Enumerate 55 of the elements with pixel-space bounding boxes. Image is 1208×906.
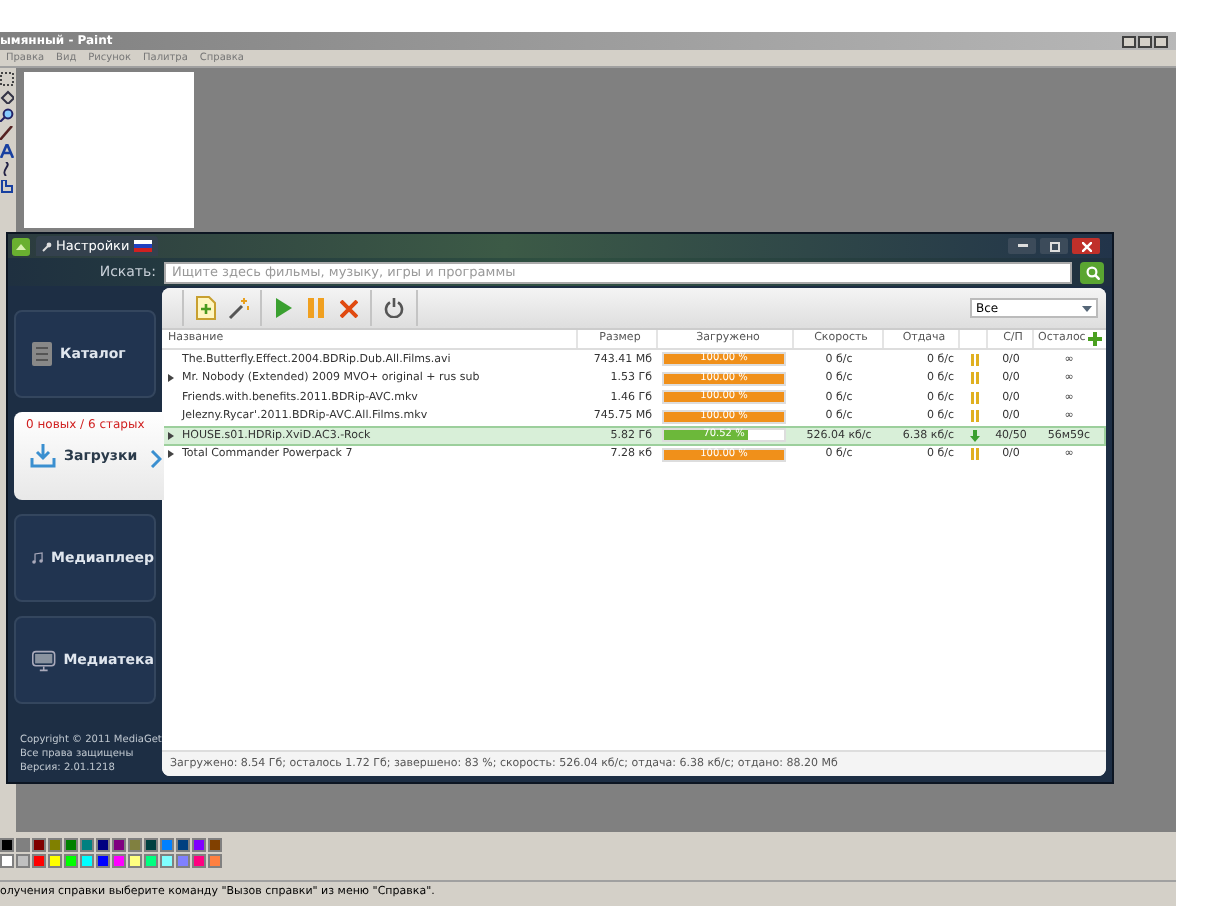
color-swatch[interactable] xyxy=(64,838,78,852)
color-swatch[interactable] xyxy=(112,838,126,852)
wrench-icon xyxy=(42,241,52,251)
chevron-icon xyxy=(150,450,162,468)
color-swatch[interactable] xyxy=(80,854,94,868)
search-icon xyxy=(1085,265,1099,279)
dropdown-arrow-icon xyxy=(1082,305,1092,311)
color-swatch[interactable] xyxy=(0,854,14,868)
color-swatch[interactable] xyxy=(176,854,190,868)
download-tray-icon xyxy=(30,444,56,468)
color-swatch[interactable] xyxy=(144,838,158,852)
curve-tool-icon[interactable] xyxy=(0,162,14,176)
maximize-icon xyxy=(1049,241,1059,251)
color-swatch[interactable] xyxy=(192,854,206,868)
expand-caret-icon[interactable] xyxy=(168,374,174,383)
expand-caret-icon[interactable] xyxy=(168,450,174,459)
book-icon xyxy=(32,342,52,366)
monitor-icon xyxy=(32,647,56,673)
flag-icon xyxy=(133,240,152,252)
color-swatch[interactable] xyxy=(96,838,110,852)
search-button[interactable] xyxy=(1080,261,1104,283)
color-swatch[interactable] xyxy=(80,838,94,852)
brush-icon[interactable] xyxy=(0,126,14,140)
select-tool-icon[interactable] xyxy=(0,72,14,86)
add-file-icon[interactable] xyxy=(190,292,222,324)
magnifier-icon[interactable] xyxy=(0,108,14,122)
expand-caret-icon[interactable] xyxy=(168,431,174,440)
app-icon xyxy=(12,237,30,255)
color-swatch[interactable] xyxy=(128,854,142,868)
color-swatch[interactable] xyxy=(208,854,222,868)
color-swatch[interactable] xyxy=(64,854,78,868)
minimize-icon xyxy=(1017,244,1027,248)
color-swatch[interactable] xyxy=(176,838,190,852)
color-swatch[interactable] xyxy=(48,854,62,868)
color-swatch[interactable] xyxy=(208,838,222,852)
color-swatch[interactable] xyxy=(144,854,158,868)
maximize-button[interactable] xyxy=(1040,238,1068,254)
polygon-tool-icon[interactable] xyxy=(0,180,14,194)
color-swatch[interactable] xyxy=(32,838,46,852)
text-tool-icon[interactable] xyxy=(0,144,14,158)
add-column-icon[interactable] xyxy=(1087,332,1102,346)
color-swatch[interactable] xyxy=(16,854,30,868)
color-swatch[interactable] xyxy=(112,854,126,868)
color-swatch[interactable] xyxy=(0,838,14,852)
color-swatch[interactable] xyxy=(96,854,110,868)
color-swatch[interactable] xyxy=(128,838,142,852)
color-swatch[interactable] xyxy=(160,838,174,852)
color-swatch[interactable] xyxy=(160,854,174,868)
music-note-icon xyxy=(32,546,44,570)
close-icon xyxy=(1081,241,1091,251)
color-swatch[interactable] xyxy=(16,838,30,852)
color-swatch[interactable] xyxy=(48,838,62,852)
color-swatch[interactable] xyxy=(192,838,206,852)
fill-tool-icon[interactable] xyxy=(0,90,14,104)
color-swatch[interactable] xyxy=(32,854,46,868)
